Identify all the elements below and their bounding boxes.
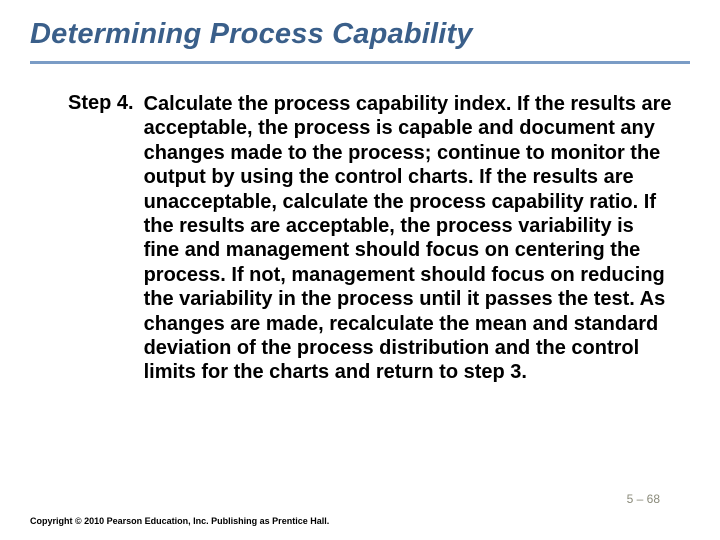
copyright: Copyright © 2010 Pearson Education, Inc.… bbox=[30, 516, 329, 526]
step-label: Step 4. bbox=[68, 92, 134, 115]
slide-title: Determining Process Capability bbox=[30, 18, 690, 51]
step-row: Step 4. Calculate the process capability… bbox=[30, 92, 690, 385]
page-number: 5 – 68 bbox=[627, 492, 660, 506]
title-underline bbox=[30, 61, 690, 64]
slide: Determining Process Capability Step 4. C… bbox=[0, 0, 720, 540]
step-body: Calculate the process capability index. … bbox=[144, 92, 672, 385]
